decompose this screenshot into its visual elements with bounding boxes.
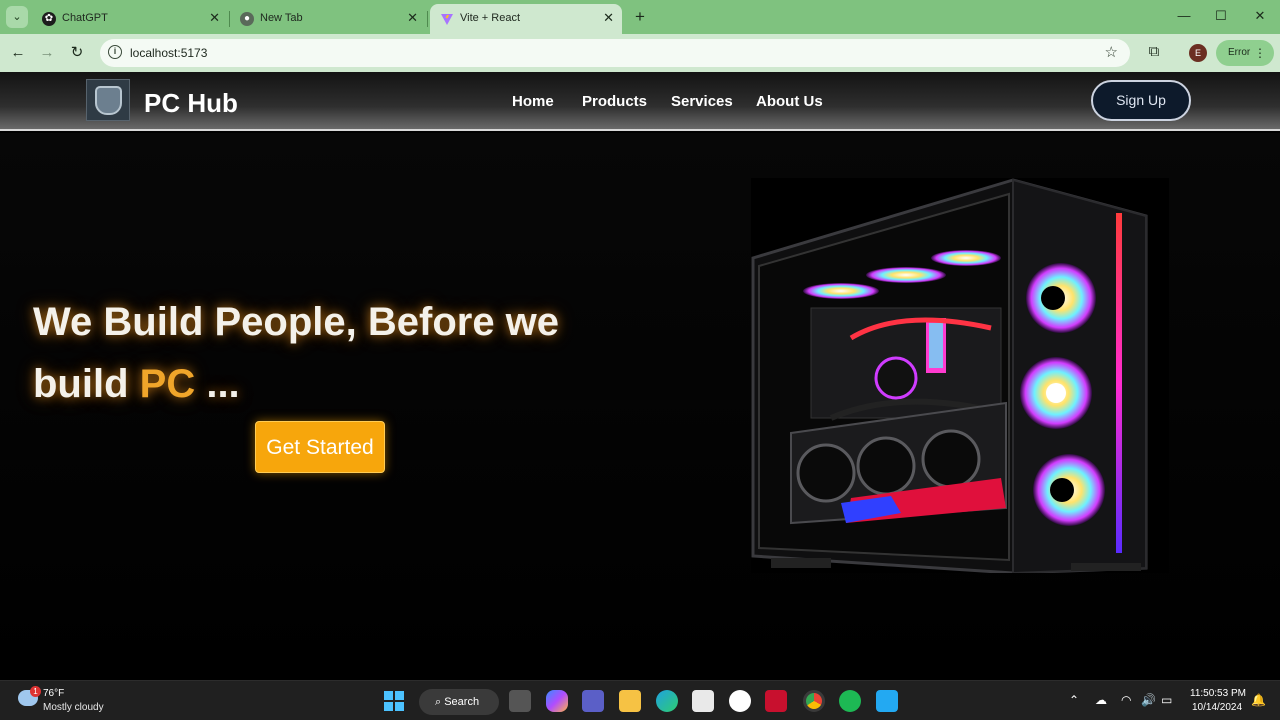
edge-icon[interactable] [656, 690, 678, 712]
pc-case-image [751, 178, 1169, 575]
tab-title: New Tab [260, 12, 303, 24]
reload-icon[interactable]: ↻ [66, 42, 88, 64]
menu-kebab-icon: ⋮ [1254, 46, 1266, 60]
store-icon[interactable] [692, 690, 714, 712]
teams-icon[interactable] [582, 690, 604, 712]
back-arrow-icon[interactable]: ← [7, 42, 29, 64]
site-logo[interactable] [86, 79, 130, 121]
volume-icon[interactable]: 🔊 [1141, 693, 1156, 707]
maximize-icon[interactable]: ☐ [1211, 8, 1231, 24]
battery-icon[interactable]: ▭ [1161, 693, 1172, 707]
notification-bell-icon[interactable]: 🔔 [1251, 693, 1266, 707]
close-icon[interactable]: ✕ [603, 10, 614, 26]
vite-icon [440, 12, 454, 26]
forward-arrow-icon[interactable]: → [36, 42, 58, 64]
chrome-icon: ● [240, 12, 254, 26]
new-tab-plus-icon[interactable]: + [628, 5, 652, 29]
spotify-icon[interactable] [839, 690, 861, 712]
url-text[interactable]: localhost:5173 [130, 46, 207, 60]
wifi-icon[interactable]: ◠ [1121, 693, 1131, 707]
headline-accent: PC [139, 362, 196, 406]
tab-title: Vite + React [460, 12, 521, 24]
error-label: Error [1228, 47, 1251, 58]
shield-emblem-icon [95, 86, 122, 115]
tab-vite-react[interactable]: Vite + React ✕ [430, 4, 622, 34]
nav-about-us[interactable]: About Us [756, 93, 823, 110]
nav-home[interactable]: Home [512, 93, 554, 110]
tab-new-tab[interactable]: ● New Tab ✕ [230, 4, 428, 34]
site-info-icon[interactable]: i [108, 45, 122, 59]
nav-products[interactable]: Products [582, 93, 647, 110]
windows-start-icon[interactable] [383, 690, 405, 712]
taskbar-search[interactable]: ⌕ Search [419, 689, 499, 715]
mcafee-icon[interactable] [765, 690, 787, 712]
windows-taskbar: 1 76°F Mostly cloudy ⌕ Search ⌃ ☁ ◠ 🔊 ▭ … [0, 680, 1280, 720]
browser-tabbar: ⌄ ✿ ChatGPT ✕ ● New Tab ✕ Vite + React ✕… [0, 0, 1280, 34]
window-close-icon[interactable]: ✕ [1250, 8, 1270, 24]
search-icon: ⌕ [435, 696, 445, 708]
clock-date[interactable]: 10/14/2024 [1192, 702, 1242, 713]
brand-name[interactable]: PC Hub [144, 88, 238, 119]
tab-search-chevron-icon[interactable]: ⌄ [6, 6, 28, 28]
browser-toolbar: ← → ↻ i localhost:5173 ☆ ⧉ E Error ⋮ [0, 34, 1280, 72]
copilot-icon[interactable] [546, 690, 568, 712]
headline-suffix: ... [195, 362, 240, 406]
hero-section: We Build People, Before we build PC ... … [0, 133, 1280, 680]
close-icon[interactable]: ✕ [209, 10, 220, 26]
weather-badge: 1 [30, 686, 41, 697]
minimize-icon[interactable]: — [1174, 8, 1194, 23]
task-view-icon[interactable] [509, 690, 531, 712]
app-leaf-icon[interactable] [729, 690, 751, 712]
profile-avatar[interactable]: E [1189, 44, 1207, 62]
weather-condition[interactable]: Mostly cloudy [43, 702, 104, 713]
tab-title: ChatGPT [62, 12, 108, 24]
get-started-button[interactable]: Get Started [255, 421, 385, 473]
hero-headline: We Build People, Before we build PC ... [33, 291, 633, 415]
file-explorer-icon[interactable] [619, 690, 641, 712]
onedrive-cloud-icon[interactable]: ☁ [1095, 693, 1107, 707]
weather-temperature[interactable]: 76°F [43, 688, 64, 699]
sign-up-button[interactable]: Sign Up [1091, 80, 1191, 121]
headline-line2-prefix: build [33, 362, 140, 406]
close-icon[interactable]: ✕ [407, 10, 418, 26]
extensions-puzzle-icon[interactable]: ⧉ [1144, 43, 1164, 63]
bookmark-star-icon[interactable]: ☆ [1105, 43, 1118, 61]
chevron-up-icon[interactable]: ⌃ [1069, 693, 1079, 707]
site-navbar: PC Hub Home Products Services About Us S… [0, 72, 1280, 131]
nav-services[interactable]: Services [671, 93, 733, 110]
vscode-icon[interactable] [876, 690, 898, 712]
chatgpt-icon: ✿ [42, 12, 56, 26]
tab-chatgpt[interactable]: ✿ ChatGPT ✕ [32, 4, 230, 34]
address-bar[interactable]: i localhost:5173 ☆ [100, 39, 1130, 67]
search-label: Search [444, 696, 480, 708]
chrome-icon[interactable] [803, 690, 825, 712]
error-button[interactable]: Error ⋮ [1216, 40, 1274, 66]
clock-time[interactable]: 11:50:53 PM [1190, 688, 1246, 699]
website: PC Hub Home Products Services About Us S… [0, 72, 1280, 680]
headline-line1: We Build People, Before we [33, 300, 560, 344]
